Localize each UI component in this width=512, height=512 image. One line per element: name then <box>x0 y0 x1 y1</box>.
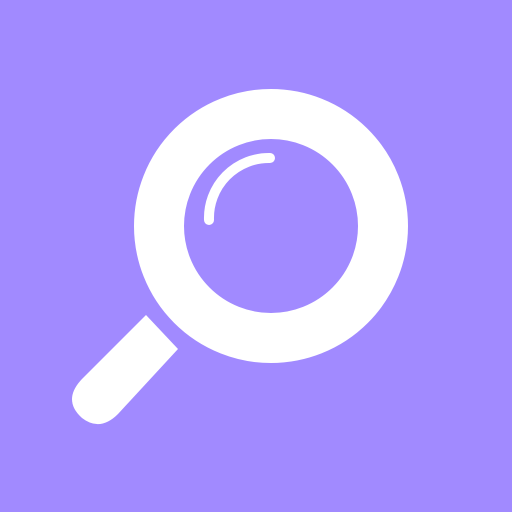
search-icon-tile <box>0 0 512 512</box>
icon-background <box>0 0 512 512</box>
magnifying-glass-icon <box>0 0 512 512</box>
